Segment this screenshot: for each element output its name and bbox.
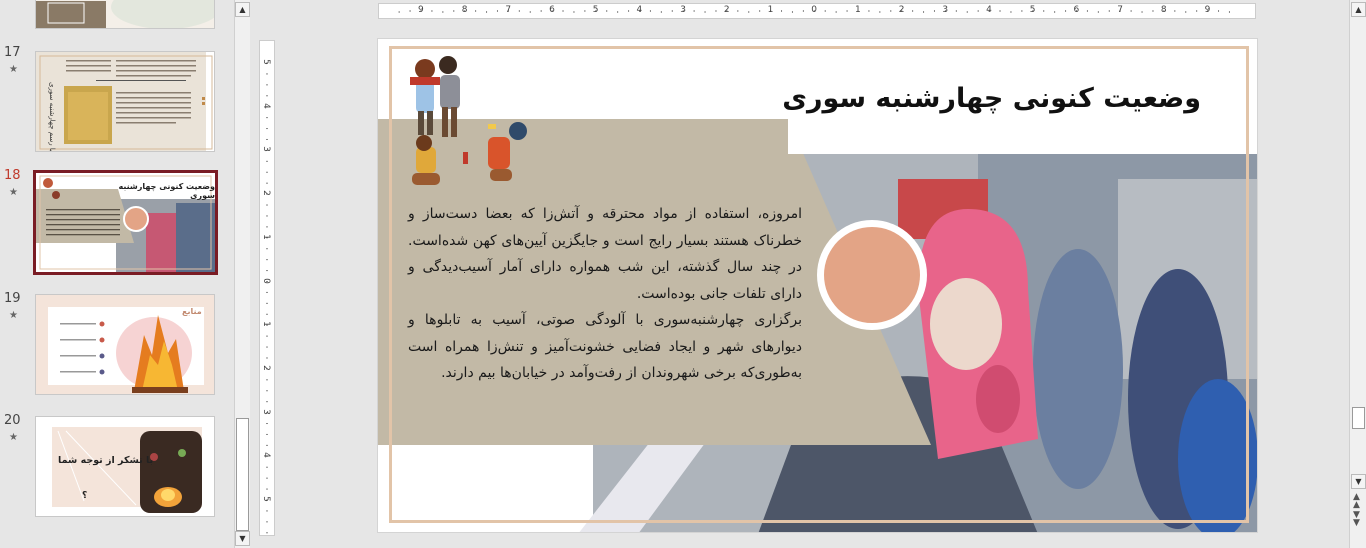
body-paragraph-2: برگزاری چهارشنبه‌سوری با آلودگی صوتی، آس…: [408, 312, 802, 381]
ruler-label: 6: [549, 5, 555, 15]
next-slide-icon[interactable]: ▼ ▼: [1353, 511, 1360, 528]
powerpoint-window: 17 ★ آشنایی با رسم چهارشنبه سوری 18 ★ وض…: [0, 0, 1366, 548]
slide-number-19: 19: [4, 291, 21, 306]
ruler-label: 2: [898, 5, 905, 15]
ruler-label: 5: [592, 5, 599, 15]
ruler-label: 3: [260, 146, 271, 153]
ruler-label: 2: [723, 5, 730, 15]
previous-slide-icon[interactable]: ▲ ▲: [1353, 493, 1360, 510]
slide-canvas[interactable]: وضعیت کنونی چهارشنبه سوری امروزه، استفاد…: [377, 38, 1258, 533]
slide-number-20: 20: [4, 413, 21, 428]
slide-17-animation-star-icon: ★: [9, 64, 18, 75]
slide-number-17: 17: [4, 45, 21, 60]
scroll-down-arrow-icon[interactable]: ▼: [235, 531, 250, 546]
slide-title[interactable]: وضعیت کنونی چهارشنبه سوری: [782, 83, 1201, 114]
ruler-label: 7: [1117, 5, 1123, 15]
thumbnail-scroll-thumb[interactable]: [236, 418, 249, 531]
slide-20-thumb-title: با تشکر از توجه شما: [58, 455, 154, 466]
slide-19-thumb-title: منابع: [182, 307, 202, 316]
slide-thumbnail-18-selected[interactable]: وضعیت کنونی چهارشنبه سوری: [33, 170, 218, 275]
ruler-label: 3: [680, 5, 686, 15]
ruler-label: 3: [260, 408, 271, 415]
body-paragraph-1: امروزه، استفاده از مواد محترقه و آتش‌زا …: [408, 206, 802, 302]
ruler-label: 5: [1029, 5, 1036, 15]
ruler-label: 4: [986, 5, 992, 15]
horizontal-ruler[interactable]: 9 8 7 6 5 4 3 2 1 0 1 2 3 4 5 6 7 8 9: [378, 3, 1256, 19]
ruler-label: 2: [260, 190, 271, 196]
slide-20-preview: [36, 417, 214, 516]
ruler-label: 0: [811, 5, 818, 15]
ruler-label: 8: [1160, 5, 1167, 15]
slide-thumbnail-pane: 17 ★ آشنایی با رسم چهارشنبه سوری 18 ★ وض…: [0, 0, 234, 548]
ruler-label: 1: [260, 233, 271, 240]
ruler-label: 8: [461, 5, 468, 15]
slide-20-thumb-question-mark: ؟: [82, 491, 88, 501]
slide-16-preview: [36, 0, 214, 28]
ruler-ticks-icon: [266, 62, 268, 534]
slide-thumbnail-16[interactable]: [35, 0, 215, 29]
ruler-label: 5: [260, 496, 271, 502]
editor-scroll-thumb[interactable]: [1352, 407, 1365, 429]
scroll-up-arrow-icon[interactable]: ▲: [1351, 2, 1366, 17]
ruler-label: 4: [636, 5, 643, 15]
slide-20-animation-star-icon: ★: [9, 432, 18, 443]
ruler-label: 6: [1073, 5, 1080, 15]
slide-17-preview: آشنایی با رسم چهارشنبه سوری: [36, 52, 214, 152]
slide-body-text[interactable]: امروزه، استفاده از مواد محترقه و آتش‌زا …: [408, 201, 802, 387]
ruler-label: 4: [260, 452, 271, 459]
ruler-label: 9: [1204, 5, 1211, 15]
vertical-ruler[interactable]: 5 4 3 2 1 0 1 2 3 4 5: [259, 40, 275, 536]
ruler-label: 1: [260, 321, 271, 328]
ruler-label: 0: [260, 277, 271, 284]
slide-18-animation-star-icon: ★: [9, 187, 18, 198]
ruler-label: 4: [260, 102, 271, 109]
slide-thumbnail-20[interactable]: با تشکر از توجه شما ؟: [35, 416, 215, 517]
slide-19-animation-star-icon: ★: [9, 310, 18, 321]
ruler-label: 1: [855, 5, 861, 15]
scroll-up-arrow-icon[interactable]: ▲: [235, 2, 250, 17]
editor-vertical-scrollbar[interactable]: ▲ ▼ ▲ ▲ ▼ ▼: [1349, 0, 1366, 548]
slide-thumbnail-17[interactable]: آشنایی با رسم چهارشنبه سوری: [35, 51, 215, 152]
ruler-label: 7: [505, 5, 512, 15]
ruler-label: 9: [418, 5, 424, 15]
ruler-label: 3: [942, 5, 949, 15]
svg-text:آشنایی با رسم چهارشنبه سوری: آشنایی با رسم چهارشنبه سوری: [48, 82, 57, 152]
slide-number-18: 18: [4, 168, 21, 183]
thumbnail-pane-scrollbar[interactable]: ▲ ▼: [234, 0, 250, 548]
ruler-label: 5: [260, 59, 271, 65]
slide-thumbnail-19[interactable]: منابع: [35, 294, 215, 395]
ruler-label: 1: [767, 5, 774, 15]
ruler-label: 2: [260, 365, 271, 371]
decorative-circle: [824, 227, 920, 323]
slide-18-thumb-title: وضعیت کنونی چهارشنبه سوری: [118, 182, 215, 200]
scroll-down-arrow-icon[interactable]: ▼: [1351, 474, 1366, 489]
